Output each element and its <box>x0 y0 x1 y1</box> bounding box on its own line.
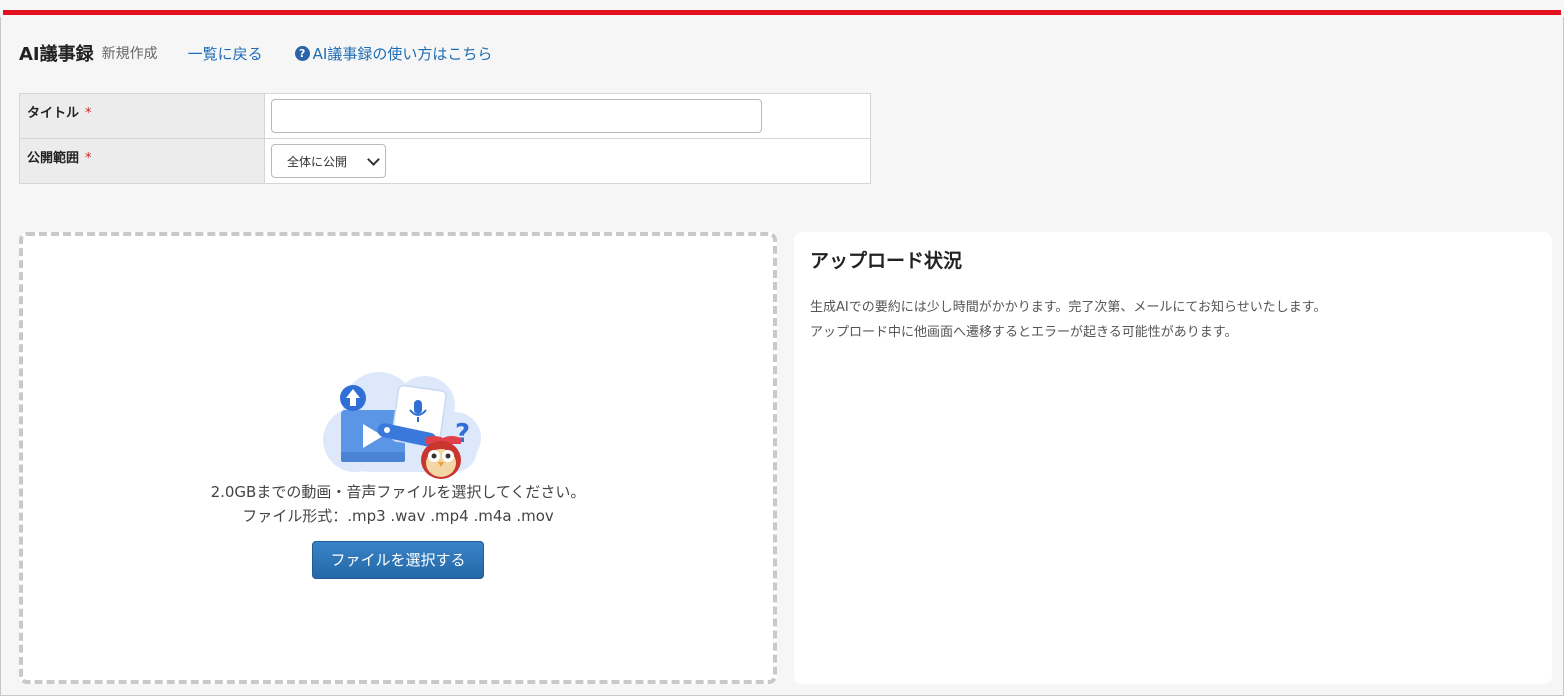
chevron-down-icon <box>367 152 380 166</box>
title-label-cell: タイトル * <box>19 93 265 139</box>
status-note-warning: アップロード中に他画面へ遷移するとエラーが起きる可能性があります。 <box>810 325 1238 340</box>
back-to-list-link[interactable]: 一覧に戻る <box>188 43 263 64</box>
red-accent-line <box>3 10 1561 15</box>
file-dropzone[interactable]: ? 2.0GBまでの動画・音声ファイルを選択してください。 ファイル形式：.mp… <box>19 232 777 684</box>
page-header: AI議事録 新規作成 一覧に戻る ? AI議事録の使い方はこちら <box>19 38 492 68</box>
upload-media-illustration: ? <box>323 372 481 479</box>
title-input[interactable] <box>271 99 762 133</box>
scope-label: 公開範囲 <box>27 151 80 166</box>
upload-status-title: アップロード状況 <box>810 250 963 272</box>
scope-label-cell: 公開範囲 * <box>19 138 265 184</box>
help-link-label: AI議事録の使い方はこちら <box>312 44 493 63</box>
form-row-title: タイトル * <box>19 93 871 139</box>
help-link[interactable]: ? AI議事録の使い方はこちら <box>294 43 493 64</box>
required-mark: * <box>85 106 92 121</box>
owl-mascot-icon <box>421 441 461 479</box>
form-row-scope: 公開範囲 * 全体に公開 <box>19 138 871 184</box>
upload-size-instruction: 2.0GBまでの動画・音声ファイルを選択してください。 <box>210 483 586 501</box>
status-note-summary: 生成AIでの要約には少し時間がかかります。完了次第、メールにてお知らせいたします… <box>810 300 1327 315</box>
app-title: AI議事録 <box>19 44 94 65</box>
svg-text:?: ? <box>455 419 470 449</box>
scope-field-cell: 全体に公開 <box>264 138 871 184</box>
required-mark: * <box>85 151 92 166</box>
scope-selected-value: 全体に公開 <box>287 154 348 169</box>
select-file-button[interactable]: ファイルを選択する <box>312 541 484 579</box>
question-circle-icon: ? <box>294 45 310 61</box>
page-subtitle: 新規作成 <box>101 46 158 62</box>
scope-select[interactable]: 全体に公開 <box>271 144 386 178</box>
title-label: タイトル <box>27 106 80 121</box>
question-mark-icon: ? <box>455 419 470 449</box>
meeting-form: タイトル * 公開範囲 * 全体に公開 <box>19 93 871 184</box>
title-field-cell <box>264 93 871 139</box>
upload-format-instruction: ファイル形式：.mp3 .wav .mp4 .m4a .mov <box>242 507 554 525</box>
upload-arrow-icon <box>340 385 366 411</box>
top-accent-bar <box>0 0 1564 17</box>
upload-instructions: 2.0GBまでの動画・音声ファイルを選択してください。 ファイル形式：.mp3 … <box>23 480 773 528</box>
upload-status-panel: アップロード状況 生成AIでの要約には少し時間がかかります。完了次第、メールにて… <box>794 232 1552 684</box>
